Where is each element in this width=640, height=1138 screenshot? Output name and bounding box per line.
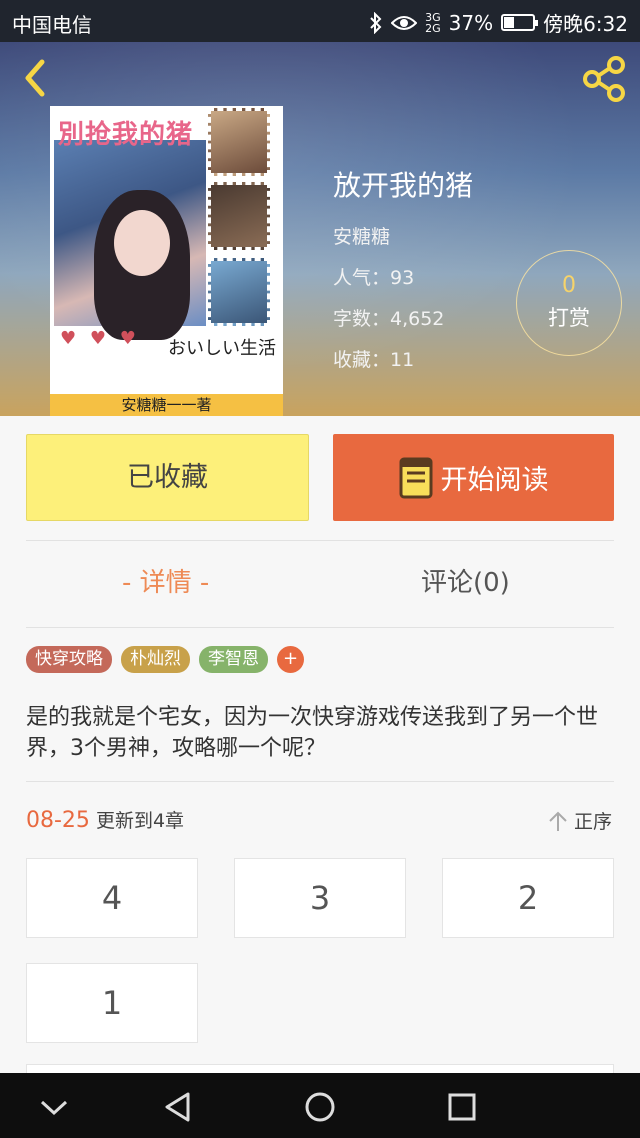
chapter-button[interactable]: 3	[234, 858, 406, 938]
eye-icon	[391, 15, 418, 30]
arrow-up-icon	[549, 811, 567, 831]
battery-percent: 37%	[448, 10, 494, 35]
system-nav-bar	[0, 1073, 640, 1138]
cover-thumb-2	[208, 182, 270, 250]
share-icon[interactable]	[580, 54, 630, 104]
book-icon	[399, 457, 432, 498]
update-date: 08-25	[26, 808, 90, 833]
more-tags-button[interactable]: +	[277, 646, 304, 673]
network-top-label: 3G	[425, 10, 441, 24]
chapter-button[interactable]: 4	[26, 858, 198, 938]
chapter-button[interactable]: 2	[442, 858, 614, 938]
tab-comment[interactable]: 评论(0)	[421, 562, 510, 599]
reward-label: 打赏	[548, 306, 590, 330]
update-info: 08-25 更新到4章	[26, 806, 184, 833]
cover-photo	[54, 140, 206, 340]
cover-title-art: 別抢我的猪	[58, 120, 194, 150]
reward-count: 0	[562, 273, 576, 298]
carrier-label: 中国电信	[12, 13, 92, 37]
chevron-down-icon[interactable]	[34, 1087, 74, 1127]
home-circle-icon[interactable]	[300, 1087, 340, 1127]
divider	[26, 627, 614, 628]
sort-order-label: 正序	[573, 811, 612, 833]
tag-list: 快穿攻略 朴灿烈 李智恩 +	[26, 646, 304, 673]
book-description: 是的我就是个宅女，因为一次快穿游戏传送我到了另一个世界，3个男神，攻略哪一个呢？	[26, 705, 599, 761]
start-reading-button[interactable]: 开始阅读	[333, 434, 614, 521]
collect-button[interactable]: 已收藏	[26, 434, 309, 521]
sort-order-button[interactable]: 正序	[548, 807, 612, 834]
cover-thumb-1	[208, 108, 270, 176]
book-favorites: 收藏：11	[333, 349, 415, 371]
divider	[26, 781, 614, 782]
book-header: 別抢我的猪 ♥ ♥ ♥ おいしい生活 安糖糖一一著 放开我的猪 安糖糖 人气：9…	[0, 42, 640, 416]
book-word-count: 字数：4,652	[333, 308, 445, 330]
back-icon[interactable]	[16, 56, 56, 100]
book-info: 放开我的猪 安糖糖 人气：93 字数：4,652 收藏：11	[333, 164, 473, 386]
network-indicator: 3G 2G	[425, 12, 441, 34]
tag-item[interactable]: 快穿攻略	[26, 646, 112, 673]
book-author[interactable]: 安糖糖	[333, 222, 473, 249]
back-triangle-icon[interactable]	[158, 1087, 198, 1127]
status-bar: 中国电信 3G 2G 37% 傍晚6:32	[0, 0, 640, 42]
cover-japanese-text: おいしい生活	[168, 338, 276, 359]
cover-figure-face	[114, 210, 170, 276]
recent-apps-icon[interactable]	[442, 1087, 482, 1127]
battery-icon	[501, 14, 539, 31]
book-title: 放开我的猪	[333, 169, 474, 202]
divider	[26, 540, 614, 541]
status-icons: 3G 2G 37% 傍晚6:32	[369, 8, 628, 37]
update-text: 更新到4章	[95, 810, 185, 832]
bluetooth-icon	[370, 11, 382, 34]
clock: 傍晚6:32	[543, 12, 628, 36]
tab-detail[interactable]: - 详情 -	[122, 562, 209, 599]
reward-button[interactable]: 0 打赏	[516, 250, 622, 356]
tag-item[interactable]: 李智恩	[199, 646, 268, 673]
start-reading-label: 开始阅读	[440, 465, 549, 496]
cover-hearts: ♥ ♥ ♥	[60, 328, 140, 349]
cover-author-strip: 安糖糖一一著	[50, 394, 283, 416]
chapter-button[interactable]: 1	[26, 963, 198, 1043]
tag-item[interactable]: 朴灿烈	[121, 646, 190, 673]
network-bottom-label: 2G	[425, 21, 441, 35]
battery-fill	[504, 17, 515, 28]
book-cover[interactable]: 別抢我的猪 ♥ ♥ ♥ おいしい生活 安糖糖一一著	[50, 106, 283, 416]
cover-thumb-3	[208, 258, 270, 326]
book-popularity: 人气：93	[333, 267, 415, 289]
